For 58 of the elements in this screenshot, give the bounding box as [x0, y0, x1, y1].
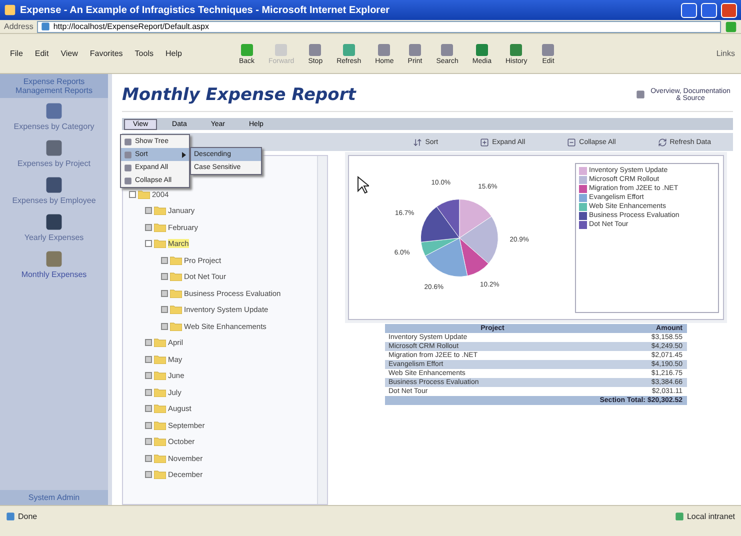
expander-icon[interactable] [161, 273, 168, 280]
folder-icon [154, 206, 166, 216]
sidebar-item[interactable]: Monthly Expenses [19, 246, 89, 283]
menu-item[interactable]: File [6, 49, 27, 58]
expander-icon[interactable] [145, 454, 152, 462]
folder-icon [154, 454, 166, 463]
expander-icon[interactable] [161, 306, 168, 314]
expander-icon[interactable] [145, 356, 152, 363]
folder-icon [154, 222, 166, 232]
folder-icon [154, 437, 166, 446]
menu-item[interactable]: View [56, 49, 82, 58]
folder-icon [154, 371, 166, 380]
menu-item[interactable]: Favorites [86, 49, 127, 58]
expander-icon[interactable] [161, 322, 168, 330]
close-button[interactable] [721, 2, 737, 18]
menu-item[interactable]: Help [161, 49, 186, 58]
folder-icon [170, 322, 182, 331]
expander-icon[interactable] [161, 256, 168, 264]
folder-icon [170, 272, 182, 282]
address-label: Address [4, 22, 34, 31]
expander-icon[interactable] [145, 422, 152, 429]
page-title: Monthly Expense Report [122, 84, 356, 104]
collapse-icon [567, 138, 576, 146]
expander-icon[interactable] [145, 224, 152, 231]
address-field[interactable]: http://localhost/ExpenseReport/Default.aspx [37, 20, 721, 32]
folder-icon [154, 338, 166, 348]
window-title: Expense - An Example of Infragistics Techniques - Microsoft Internet Explorer [20, 4, 391, 16]
expander-icon[interactable] [145, 438, 152, 446]
sort-icon [413, 138, 422, 146]
menu-item[interactable]: Tools [130, 49, 158, 58]
scrollbar[interactable] [317, 156, 327, 504]
expander-icon[interactable] [145, 339, 152, 346]
folder-icon [154, 239, 166, 248]
zone-text: Local intranet [674, 512, 735, 521]
maximize-button[interactable] [701, 2, 717, 18]
expander-icon[interactable] [161, 290, 168, 297]
status-text: Done [6, 512, 38, 521]
minimize-button[interactable] [681, 2, 697, 18]
folder-icon [154, 354, 166, 364]
expander-icon[interactable] [145, 372, 152, 380]
folder-icon [170, 256, 182, 265]
mouse-pointer-icon [356, 176, 368, 194]
folder-icon [154, 388, 166, 397]
expander-icon[interactable] [145, 388, 152, 396]
folder-icon [170, 288, 182, 298]
folder-icon [170, 305, 182, 314]
expand-icon [480, 138, 490, 146]
expander-icon[interactable] [145, 471, 152, 478]
sidebar-header: Expense Reports Management Reports [0, 74, 108, 98]
expander-icon[interactable] [145, 240, 152, 248]
links-label[interactable]: Links [716, 49, 735, 58]
menu-item[interactable]: Edit [30, 49, 53, 58]
expander-icon[interactable] [129, 190, 136, 198]
folder-icon [154, 420, 166, 430]
folder-icon [154, 470, 166, 480]
folder-icon [154, 404, 166, 414]
expander-icon[interactable] [145, 405, 152, 412]
expander-icon[interactable] [145, 207, 152, 214]
